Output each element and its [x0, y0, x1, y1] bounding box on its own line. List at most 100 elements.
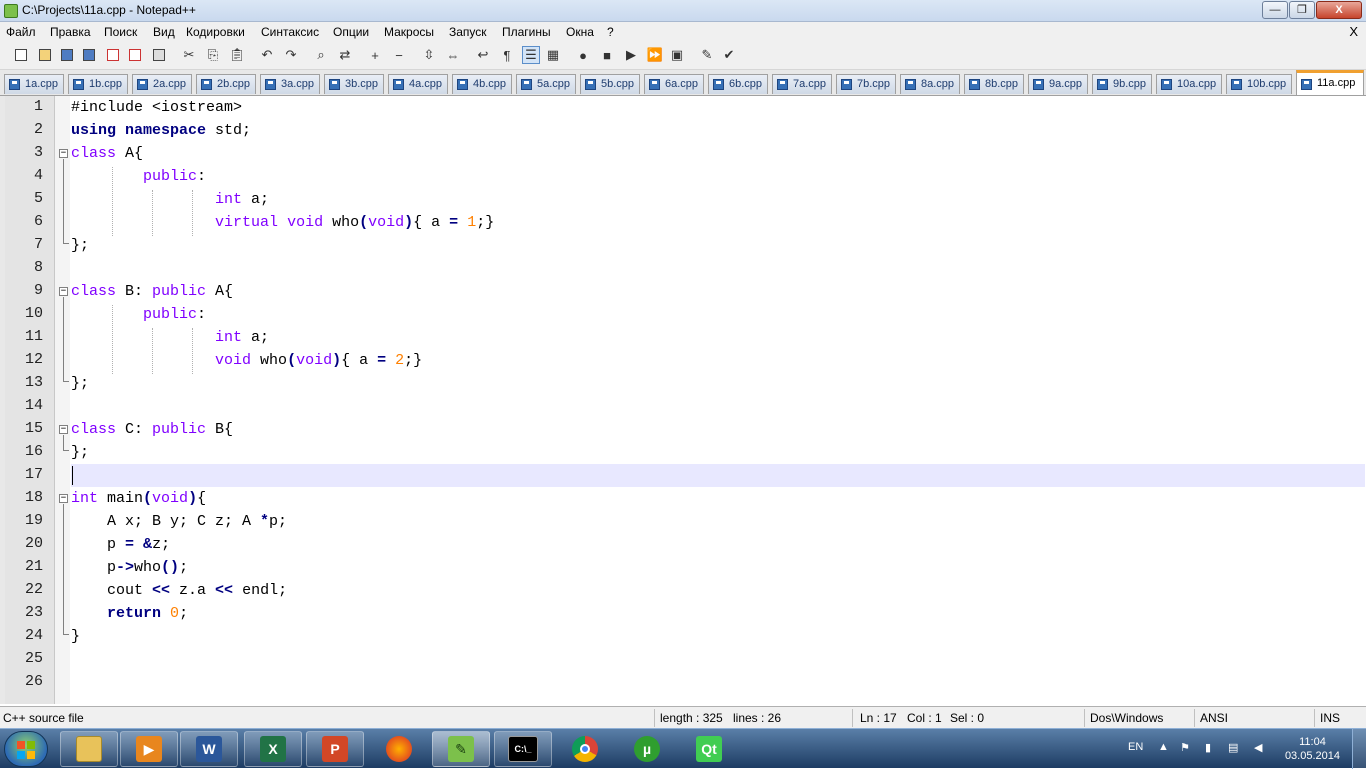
replace-icon[interactable]: ⇄: [336, 46, 354, 64]
volume-icon[interactable]: ◀: [1254, 741, 1262, 754]
save-macro-icon[interactable]: ▣: [668, 46, 686, 64]
tab-9b[interactable]: 9b.cpp: [1092, 74, 1152, 94]
code-line-16[interactable]: };: [71, 441, 89, 464]
taskbar-notepad-plus-plus[interactable]: ✎: [432, 731, 490, 767]
document-close-button[interactable]: X: [1349, 24, 1358, 39]
code-line-19[interactable]: A x; B y; C z; A *p;: [71, 510, 287, 533]
spellcheck-icon[interactable]: ✎: [698, 46, 716, 64]
menu-plugins[interactable]: Плагины: [502, 25, 551, 39]
menu-search[interactable]: Поиск: [104, 25, 137, 39]
code-line-9[interactable]: class B: public A{: [71, 280, 233, 303]
tab-6a[interactable]: 6a.cpp: [644, 74, 704, 94]
tab-2b[interactable]: 2b.cpp: [196, 74, 256, 94]
fold-toggle[interactable]: −: [59, 494, 68, 503]
tab-9a[interactable]: 9a.cpp: [1028, 74, 1088, 94]
code-line-24[interactable]: }: [71, 625, 80, 648]
action-center-icon[interactable]: ⚑: [1180, 741, 1190, 754]
code-line-20[interactable]: p = &z;: [71, 533, 170, 556]
taskbar-chrome[interactable]: [556, 731, 614, 767]
code-line-13[interactable]: };: [71, 372, 89, 395]
code-line-21[interactable]: p->who();: [71, 556, 188, 579]
code-line-1[interactable]: #include <iostream>: [71, 96, 242, 119]
code-line-5[interactable]: int a;: [71, 188, 269, 211]
zoom-out-icon[interactable]: −: [390, 46, 408, 64]
menu-options[interactable]: Опции: [333, 25, 369, 39]
menu-file[interactable]: Файл: [6, 25, 36, 39]
tab-5a[interactable]: 5a.cpp: [516, 74, 576, 94]
code-editor[interactable]: 1 2 3 4 5 6 7 8 9 10 11 12 13 14 15 16 1…: [0, 96, 1366, 704]
taskbar-utorrent[interactable]: µ: [618, 731, 676, 767]
abc-check-icon[interactable]: ✔: [720, 46, 738, 64]
taskbar-firefox[interactable]: [370, 731, 428, 767]
code-line-4[interactable]: public:: [71, 165, 206, 188]
tab-2a[interactable]: 2a.cpp: [132, 74, 192, 94]
clock[interactable]: 11:04 03.05.2014: [1285, 735, 1340, 763]
taskbar-media-player[interactable]: ▶: [120, 731, 178, 767]
code-line-6[interactable]: virtual void who(void){ a = 1;}: [71, 211, 494, 234]
code-line-7[interactable]: };: [71, 234, 89, 257]
tab-7a[interactable]: 7a.cpp: [772, 74, 832, 94]
language-indicator[interactable]: EN: [1128, 741, 1143, 753]
tab-4a[interactable]: 4a.cpp: [388, 74, 448, 94]
word-wrap-icon[interactable]: ↩: [474, 46, 492, 64]
cut-icon[interactable]: ✂: [180, 46, 198, 64]
undo-icon[interactable]: ↶: [258, 46, 276, 64]
print-icon[interactable]: [150, 46, 168, 64]
code-line-12[interactable]: void who(void){ a = 2;}: [71, 349, 422, 372]
tab-6b[interactable]: 6b.cpp: [708, 74, 768, 94]
find-icon[interactable]: ⌕: [312, 46, 330, 64]
menu-macros[interactable]: Макросы: [384, 25, 434, 39]
tab-7b[interactable]: 7b.cpp: [836, 74, 896, 94]
battery-icon[interactable]: ▮: [1205, 741, 1211, 754]
menu-edit[interactable]: Правка: [50, 25, 91, 39]
zoom-in-icon[interactable]: +: [366, 46, 384, 64]
code-line-11[interactable]: int a;: [71, 326, 269, 349]
menu-encoding[interactable]: Кодировки: [186, 25, 245, 39]
copy-icon[interactable]: ⎘: [204, 46, 222, 64]
show-desktop-button[interactable]: [1352, 729, 1366, 769]
tab-10b[interactable]: 10b.cpp: [1226, 74, 1292, 94]
fold-toggle[interactable]: −: [59, 425, 68, 434]
tab-3a[interactable]: 3a.cpp: [260, 74, 320, 94]
menu-syntax[interactable]: Синтаксис: [261, 25, 319, 39]
taskbar-cmd[interactable]: C:\_: [494, 731, 552, 767]
record-macro-icon[interactable]: ●: [574, 46, 592, 64]
show-all-chars-icon[interactable]: ¶: [498, 46, 516, 64]
paste-icon[interactable]: 📋︎: [228, 46, 246, 64]
tab-8b[interactable]: 8b.cpp: [964, 74, 1024, 94]
new-file-icon[interactable]: [12, 46, 30, 64]
play-macro-icon[interactable]: ▶: [622, 46, 640, 64]
taskbar-powerpoint[interactable]: P: [306, 731, 364, 767]
minimize-button[interactable]: —: [1262, 1, 1288, 19]
menu-run[interactable]: Запуск: [449, 25, 487, 39]
save-all-icon[interactable]: [80, 46, 98, 64]
sync-horizontal-icon[interactable]: ⇔: [444, 46, 462, 64]
indent-guide-icon[interactable]: ☰: [522, 46, 540, 64]
open-file-icon[interactable]: [36, 46, 54, 64]
close-file-icon[interactable]: [104, 46, 122, 64]
taskbar-word[interactable]: W: [180, 731, 238, 767]
code-line-22[interactable]: cout << z.a << endl;: [71, 579, 287, 602]
code-line-18[interactable]: int main(void){: [71, 487, 206, 510]
code-line-15[interactable]: class C: public B{: [71, 418, 233, 441]
tab-5b[interactable]: 5b.cpp: [580, 74, 640, 94]
run-macro-multiple-icon[interactable]: ⏩: [646, 46, 664, 64]
maximize-button[interactable]: ❐: [1289, 1, 1315, 19]
code-line-10[interactable]: public:: [71, 303, 206, 326]
taskbar-excel[interactable]: X: [244, 731, 302, 767]
tab-10a[interactable]: 10a.cpp: [1156, 74, 1222, 94]
tab-3b[interactable]: 3b.cpp: [324, 74, 384, 94]
close-button[interactable]: X: [1316, 1, 1362, 19]
taskbar-explorer[interactable]: [60, 731, 118, 767]
tab-1b[interactable]: 1b.cpp: [68, 74, 128, 94]
code-line-3[interactable]: class A{: [71, 142, 143, 165]
menu-view[interactable]: Вид: [153, 25, 175, 39]
sync-vertical-icon[interactable]: ⇳: [420, 46, 438, 64]
stop-record-icon[interactable]: ■: [598, 46, 616, 64]
start-button[interactable]: [4, 731, 48, 767]
code-line-23[interactable]: return 0;: [71, 602, 188, 625]
tab-1a[interactable]: 1a.cpp: [4, 74, 64, 94]
fold-toggle[interactable]: −: [59, 149, 68, 158]
tray-expand-icon[interactable]: ▲: [1158, 741, 1169, 753]
save-icon[interactable]: [58, 46, 76, 64]
